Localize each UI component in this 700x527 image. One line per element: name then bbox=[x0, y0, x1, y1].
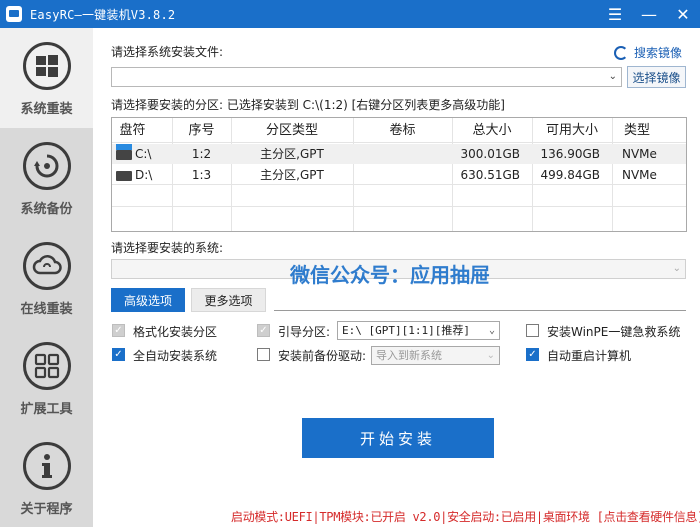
col-free-header[interactable]: 可用大小 bbox=[532, 121, 612, 141]
partition-total-size: 300.01GB bbox=[460, 147, 520, 161]
chevron-down-icon: ⌄ bbox=[608, 71, 617, 82]
backup-driver-select[interactable]: 导入到新系统 ⌄ bbox=[371, 346, 500, 365]
window-title: EasyRC—一键装机V3.8.2 bbox=[30, 7, 176, 22]
partition-type: 主分区,GPT bbox=[260, 147, 324, 161]
partition-table: 盘符 序号 分区类型 卷标 总大小 可用大小 类型 C:\ 1:2 主分区,GP… bbox=[111, 117, 687, 232]
sidebar-item-reinstall[interactable]: 系统重装 bbox=[0, 28, 93, 128]
tab-advanced[interactable]: 高级选项 bbox=[111, 288, 185, 312]
drive-letter: C:\ bbox=[135, 147, 152, 161]
partition-total-size: 630.51GB bbox=[460, 168, 520, 182]
system-label: 请选择要安装的系统: bbox=[111, 241, 224, 255]
status-bar[interactable]: 启动模式:UEFI|TPM模块:已开启 v2.0|安全启动:已启用|桌面环境 [… bbox=[231, 508, 700, 525]
auto-reboot-checkbox[interactable]: ✓ bbox=[526, 348, 539, 361]
col-type-header[interactable]: 类型 bbox=[612, 121, 662, 141]
backup-icon bbox=[22, 142, 71, 190]
backup-driver-label: 安装前备份驱动: bbox=[278, 349, 367, 363]
backup-driver-checkbox[interactable] bbox=[257, 348, 270, 361]
partition-label: 请选择要安装的分区: 已选择安装到 C:\(1:2) [右键分区列表更多高级功能… bbox=[111, 98, 505, 112]
partition-type: 主分区,GPT bbox=[260, 168, 324, 182]
table-row[interactable]: C:\ 1:2 主分区,GPT 300.01GB 136.90GB NVMe bbox=[112, 143, 686, 164]
tab-more[interactable]: 更多选项 bbox=[191, 288, 266, 312]
boot-partition-label: 引导分区: bbox=[278, 325, 331, 339]
chevron-down-icon: ⌄ bbox=[672, 263, 681, 274]
chevron-down-icon: ⌄ bbox=[488, 325, 495, 336]
app-icon bbox=[6, 6, 22, 22]
col-drive-header[interactable]: 盘符 bbox=[112, 121, 153, 141]
table-header: 盘符 序号 分区类型 卷标 总大小 可用大小 类型 bbox=[112, 121, 686, 141]
table-row[interactable]: D:\ 1:3 主分区,GPT 630.51GB 499.84GB NVMe bbox=[112, 165, 686, 185]
boot-partition-value: E:\ [GPT][1:1][推荐] bbox=[342, 324, 470, 337]
col-total-header[interactable]: 总大小 bbox=[452, 121, 532, 141]
chevron-down-icon: ⌄ bbox=[486, 350, 495, 361]
close-button[interactable]: ✕ bbox=[666, 0, 700, 28]
sidebar-item-tools[interactable]: 扩展工具 bbox=[0, 328, 93, 428]
winpe-checkbox[interactable] bbox=[526, 324, 539, 337]
sidebar-item-label: 系统备份 bbox=[20, 202, 73, 217]
windows-icon bbox=[22, 42, 71, 90]
watermark-text: 微信公众号：应用抽屉 bbox=[290, 263, 490, 287]
minimize-button[interactable]: — bbox=[632, 0, 666, 28]
auto-install-label: 全自动安装系统 bbox=[133, 349, 218, 363]
format-label: 格式化安装分区 bbox=[133, 325, 218, 339]
menu-icon[interactable]: ☰ bbox=[598, 0, 632, 28]
sidebar-item-label: 在线重装 bbox=[20, 302, 73, 317]
sidebar: 系统重装 系统备份 在线重装 扩展工具 关于程序 bbox=[0, 28, 93, 527]
sidebar-item-label: 系统重装 bbox=[20, 102, 73, 117]
drive-icon bbox=[116, 170, 132, 181]
sidebar-item-label: 关于程序 bbox=[20, 502, 73, 517]
info-icon bbox=[22, 442, 71, 490]
tab-divider bbox=[274, 310, 686, 311]
image-file-combo[interactable]: ⌄ bbox=[111, 67, 622, 87]
auto-reboot-label: 自动重启计算机 bbox=[547, 349, 632, 363]
partition-volume-label bbox=[353, 165, 452, 185]
title-bar: EasyRC—一键装机V3.8.2 ☰ — ✕ bbox=[0, 0, 700, 28]
refresh-icon bbox=[614, 45, 628, 60]
auto-install-checkbox[interactable]: ✓ bbox=[112, 348, 125, 361]
sidebar-item-online[interactable]: 在线重装 bbox=[0, 228, 93, 328]
apps-icon bbox=[22, 342, 71, 390]
col-ptype-header[interactable]: 分区类型 bbox=[231, 121, 353, 141]
backup-driver-value: 导入到新系统 bbox=[376, 349, 442, 362]
system-drive-icon bbox=[116, 143, 132, 160]
col-label-header[interactable]: 卷标 bbox=[353, 121, 452, 141]
drive-letter: D:\ bbox=[135, 168, 153, 182]
select-image-button[interactable]: 选择镜像 bbox=[627, 66, 686, 88]
start-install-button[interactable]: 开始安装 bbox=[302, 418, 494, 458]
sidebar-item-label: 扩展工具 bbox=[20, 402, 73, 417]
format-checkbox[interactable]: ✓ bbox=[112, 324, 125, 337]
disk-type: NVMe bbox=[622, 147, 657, 161]
partition-index: 1:2 bbox=[191, 147, 212, 161]
winpe-label: 安装WinPE一键急救系统 bbox=[547, 325, 681, 339]
image-file-label: 请选择系统安装文件: bbox=[111, 45, 224, 59]
partition-index: 1:3 bbox=[191, 168, 212, 182]
boot-partition-checkbox[interactable]: ✓ bbox=[257, 324, 270, 337]
search-image-link[interactable]: 搜索镜像 bbox=[614, 44, 682, 61]
cloud-icon bbox=[22, 242, 71, 290]
sidebar-item-about[interactable]: 关于程序 bbox=[0, 428, 93, 527]
partition-free-size: 136.90GB bbox=[540, 147, 600, 161]
partition-free-size: 499.84GB bbox=[540, 168, 600, 182]
partition-volume-label bbox=[353, 144, 452, 164]
boot-partition-select[interactable]: E:\ [GPT][1:1][推荐] ⌄ bbox=[337, 321, 500, 340]
search-image-label: 搜索镜像 bbox=[634, 46, 683, 60]
sidebar-item-backup[interactable]: 系统备份 bbox=[0, 128, 93, 228]
col-index-header[interactable]: 序号 bbox=[172, 121, 231, 141]
disk-type: NVMe bbox=[622, 168, 657, 182]
